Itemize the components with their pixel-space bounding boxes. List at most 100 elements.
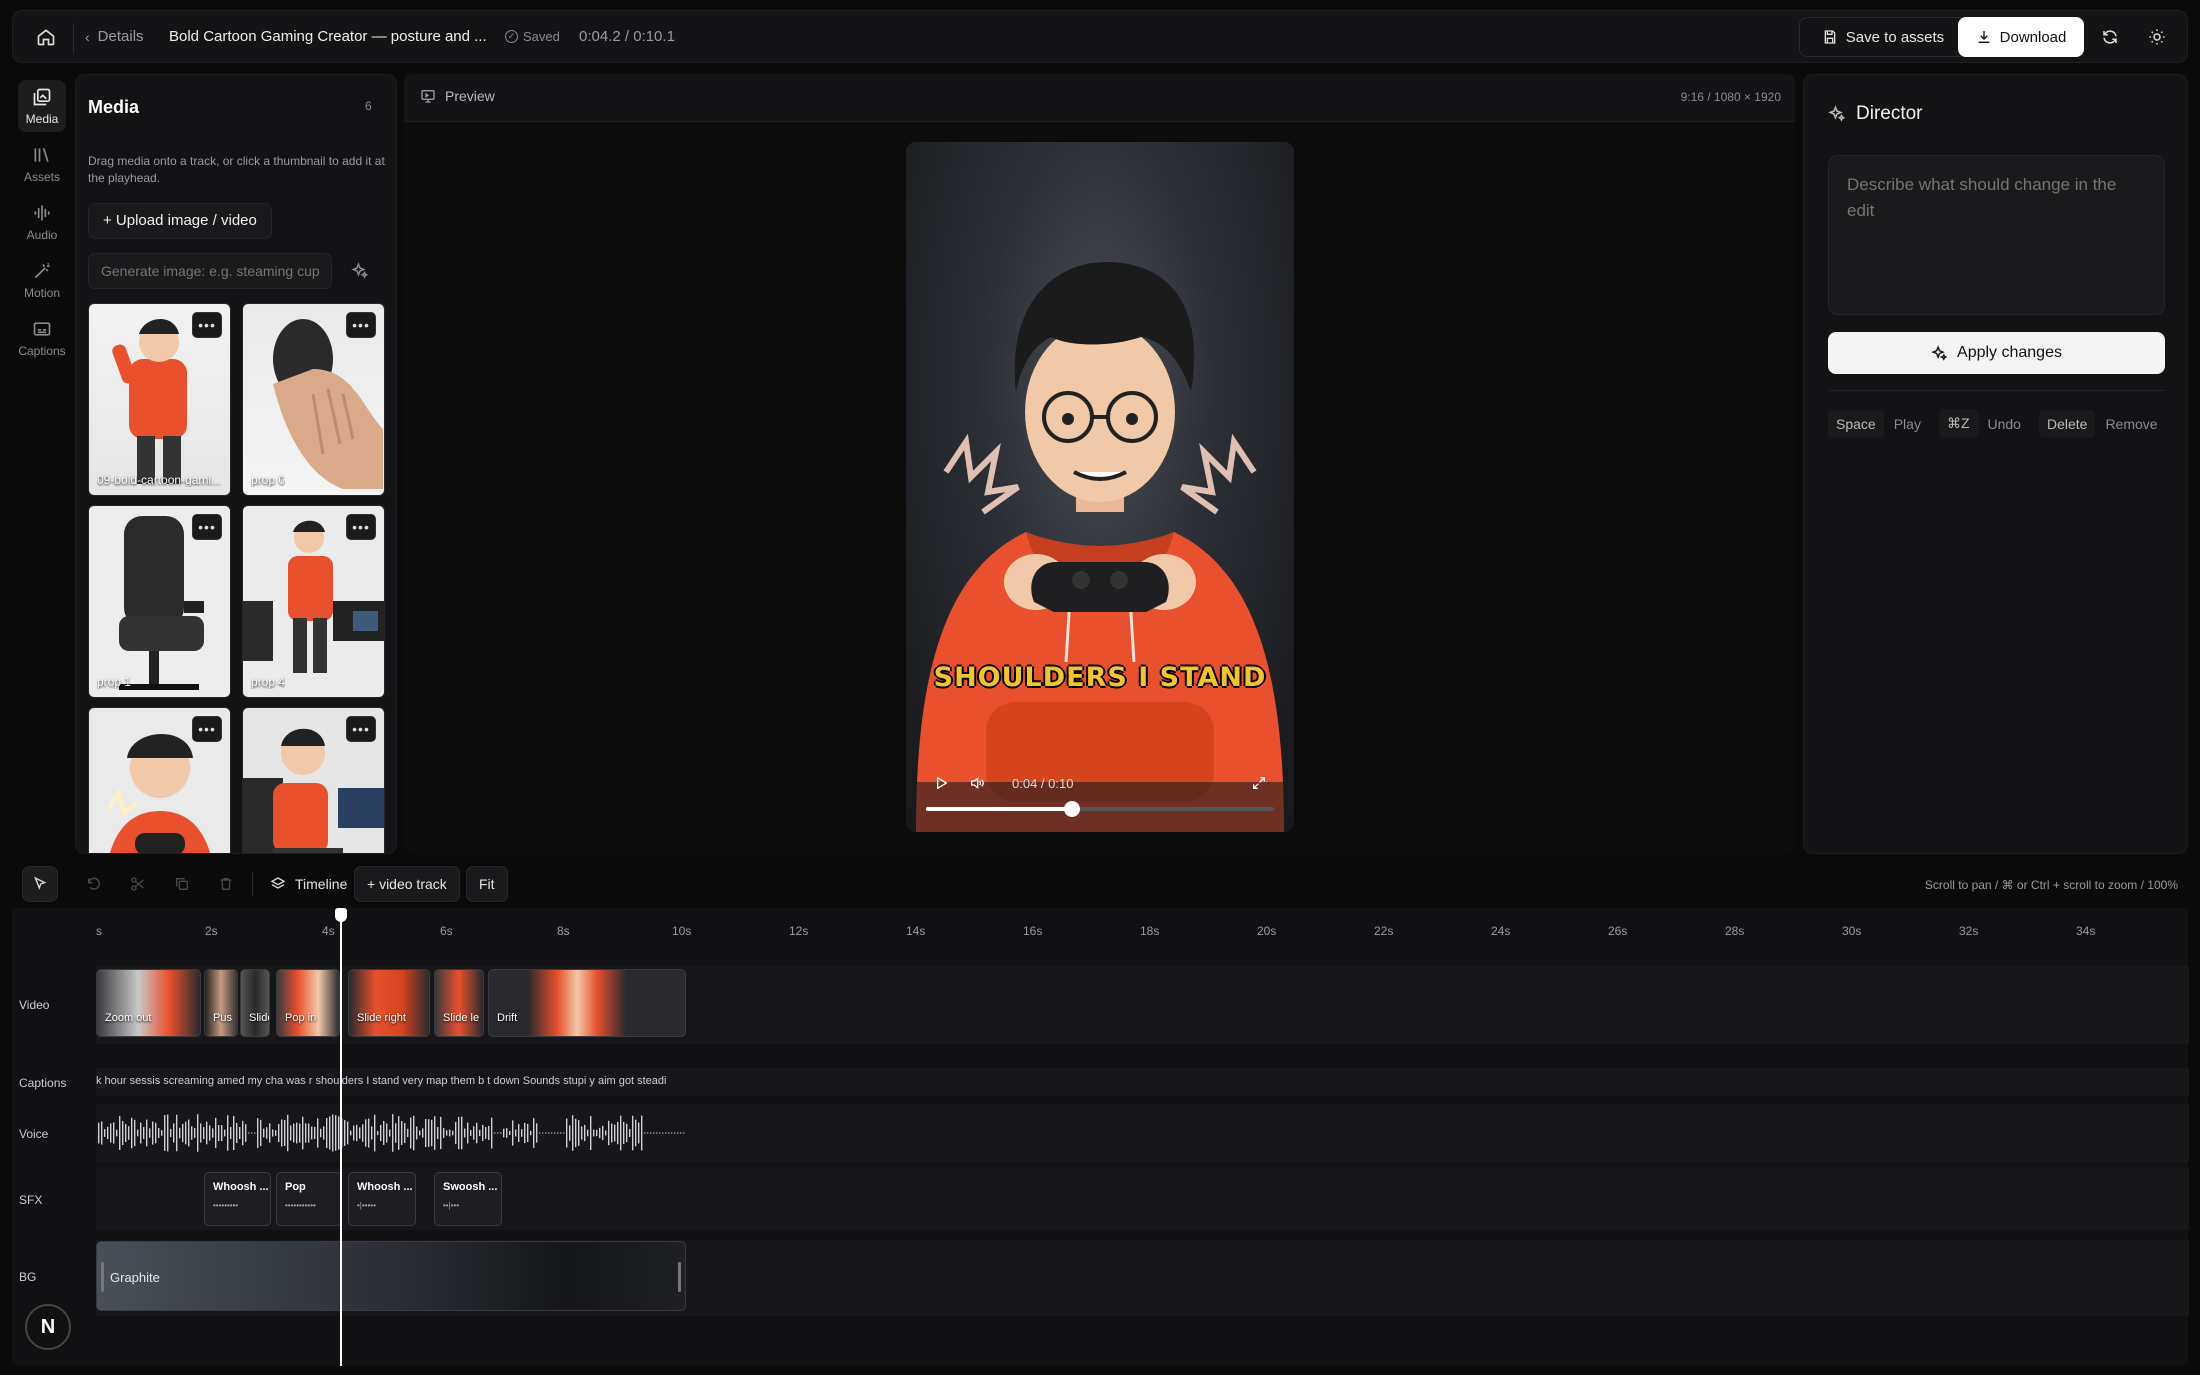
fullscreen-button[interactable] [1246, 770, 1272, 796]
playhead-handle[interactable] [335, 908, 347, 922]
bg-clip[interactable]: Graphite [96, 1241, 686, 1311]
save-to-assets-button[interactable]: Save to assets [1799, 17, 1967, 57]
ruler-tick: 30s [1842, 924, 1862, 938]
trash-icon [220, 878, 232, 890]
video-clips: Zoom out Pus Slide Pop in Slide right Sl… [96, 969, 686, 1041]
rail-item-media[interactable]: Media [18, 80, 66, 132]
media-thumb[interactable]: ••• prop 1 [88, 505, 231, 698]
track-label-sfx: SFX [19, 1193, 43, 1207]
sfx-clip[interactable]: Pop ••••••••••• [276, 1172, 342, 1226]
download-button[interactable]: Download [1958, 17, 2084, 57]
undo-button[interactable] [80, 870, 108, 898]
track-label-video: Video [19, 998, 50, 1012]
sparkles-icon [1828, 105, 1846, 122]
video-canvas[interactable]: SHOULDERS I STAND 0:04 / 0:10 [906, 142, 1294, 832]
add-video-track-button[interactable]: + video track [354, 866, 460, 902]
more-options-button[interactable]: ••• [192, 312, 222, 338]
video-clip[interactable]: Pus [204, 969, 238, 1037]
sfx-clip[interactable]: Whoosh ... ••••••••• [204, 1172, 271, 1226]
video-clip[interactable]: Zoom out [96, 969, 201, 1037]
captions-strip[interactable]: k hour sessis screaming amed my cha was … [96, 1075, 686, 1087]
rail-item-audio[interactable]: Audio [18, 196, 66, 248]
apply-changes-button[interactable]: Apply changes [1828, 332, 2165, 374]
media-thumb[interactable]: ••• prop 0 [242, 303, 385, 496]
ruler-tick: 10s [672, 924, 692, 938]
project-title[interactable]: Bold Cartoon Gaming Creator — posture an… [169, 28, 487, 45]
shortcut-list: Space Play ⌘Z Undo Delete Remove [1828, 409, 2158, 438]
sfx-clip[interactable]: Swoosh ... ••|••• [434, 1172, 502, 1226]
save-icon [1824, 30, 1836, 44]
ruler-tick: 2s [205, 924, 218, 938]
more-options-button[interactable]: ••• [346, 312, 376, 338]
media-thumb[interactable]: ••• [242, 707, 385, 853]
voice-waveform[interactable] [96, 1108, 686, 1158]
player-scrubber[interactable] [926, 801, 1274, 817]
generate-button[interactable] [344, 255, 376, 287]
save-status: ✓ Saved [505, 29, 560, 44]
video-clip[interactable]: Slide le [434, 969, 484, 1037]
more-options-button[interactable]: ••• [192, 716, 222, 742]
video-clip[interactable]: Slide [240, 969, 270, 1037]
volume-icon [971, 776, 984, 790]
ruler-tick: 22s [1374, 924, 1394, 938]
video-clip[interactable]: Drift [488, 969, 686, 1037]
captions-icon [33, 321, 51, 336]
sun-icon [2149, 29, 2165, 45]
shortcut-action: Play [1893, 415, 1921, 432]
media-count: 6 [365, 99, 372, 113]
sfx-clip[interactable]: Whoosh ... •|••••• [348, 1172, 416, 1226]
more-options-button[interactable]: ••• [346, 716, 376, 742]
shortcut-action: Remove [2105, 415, 2158, 432]
media-hint: Drag media onto a track, or click a thum… [88, 154, 385, 185]
generate-image-input[interactable] [88, 253, 332, 289]
rail-item-assets[interactable]: Assets [18, 138, 66, 190]
refresh-button[interactable] [2093, 20, 2127, 54]
back-link[interactable]: ‹ Details [85, 28, 144, 45]
director-header: Director [1828, 103, 1923, 125]
home-button[interactable] [29, 20, 63, 54]
preview-panel: Preview 9:16 / 1080 × 1920 SHOULDERS I S… [404, 74, 1795, 854]
media-icon [33, 88, 51, 105]
media-thumb[interactable]: ••• [88, 707, 231, 853]
volume-button[interactable] [964, 770, 990, 796]
chevron-left-icon: ‹ [85, 28, 90, 45]
select-tool-button[interactable] [22, 866, 58, 902]
audio-icon [34, 205, 50, 220]
ruler-tick: 32s [1959, 924, 1979, 938]
director-prompt-input[interactable] [1828, 155, 2165, 315]
home-icon [37, 29, 55, 46]
duplicate-button[interactable] [168, 870, 196, 898]
media-thumb[interactable]: ••• prop 4 [242, 505, 385, 698]
video-clip[interactable]: Pop in [276, 969, 340, 1037]
track-label-captions: Captions [19, 1076, 67, 1090]
upload-button[interactable]: + Upload image / video [88, 203, 272, 239]
avatar[interactable]: N [25, 1304, 71, 1350]
delete-button[interactable] [212, 870, 240, 898]
director-panel: Director Apply changes Space Play ⌘Z Und… [1803, 74, 2188, 854]
preview-label: Preview [420, 88, 495, 104]
more-options-button[interactable]: ••• [346, 514, 376, 540]
layers-icon [270, 877, 286, 889]
fit-button[interactable]: Fit [466, 866, 508, 902]
ruler-tick: 12s [789, 924, 809, 938]
rail-item-captions[interactable]: Captions [18, 312, 66, 364]
playhead[interactable] [340, 908, 342, 1366]
media-panel: Media 6 Drag media onto a track, or clic… [75, 74, 397, 854]
download-icon [1978, 31, 1989, 43]
video-clip[interactable]: Slide right [348, 969, 430, 1037]
ruler-tick: 8s [557, 924, 570, 938]
sparkles-icon [351, 262, 369, 279]
preview-aspect: 9:16 / 1080 × 1920 [1680, 90, 1781, 104]
play-icon [937, 776, 948, 790]
sparkles-icon [1931, 344, 1948, 361]
rail-item-motion[interactable]: Motion [18, 254, 66, 306]
tab-timeline[interactable]: Timeline [262, 868, 355, 900]
ruler-tick: 28s [1725, 924, 1745, 938]
bg-clip-label: Graphite [110, 1270, 160, 1285]
theme-toggle-button[interactable] [2140, 20, 2174, 54]
cut-button[interactable] [124, 870, 152, 898]
ruler-tick: 18s [1140, 924, 1160, 938]
media-thumb[interactable]: ••• 09-bold-cartoon-gami... [88, 303, 231, 496]
play-button[interactable] [928, 770, 954, 796]
more-options-button[interactable]: ••• [192, 514, 222, 540]
